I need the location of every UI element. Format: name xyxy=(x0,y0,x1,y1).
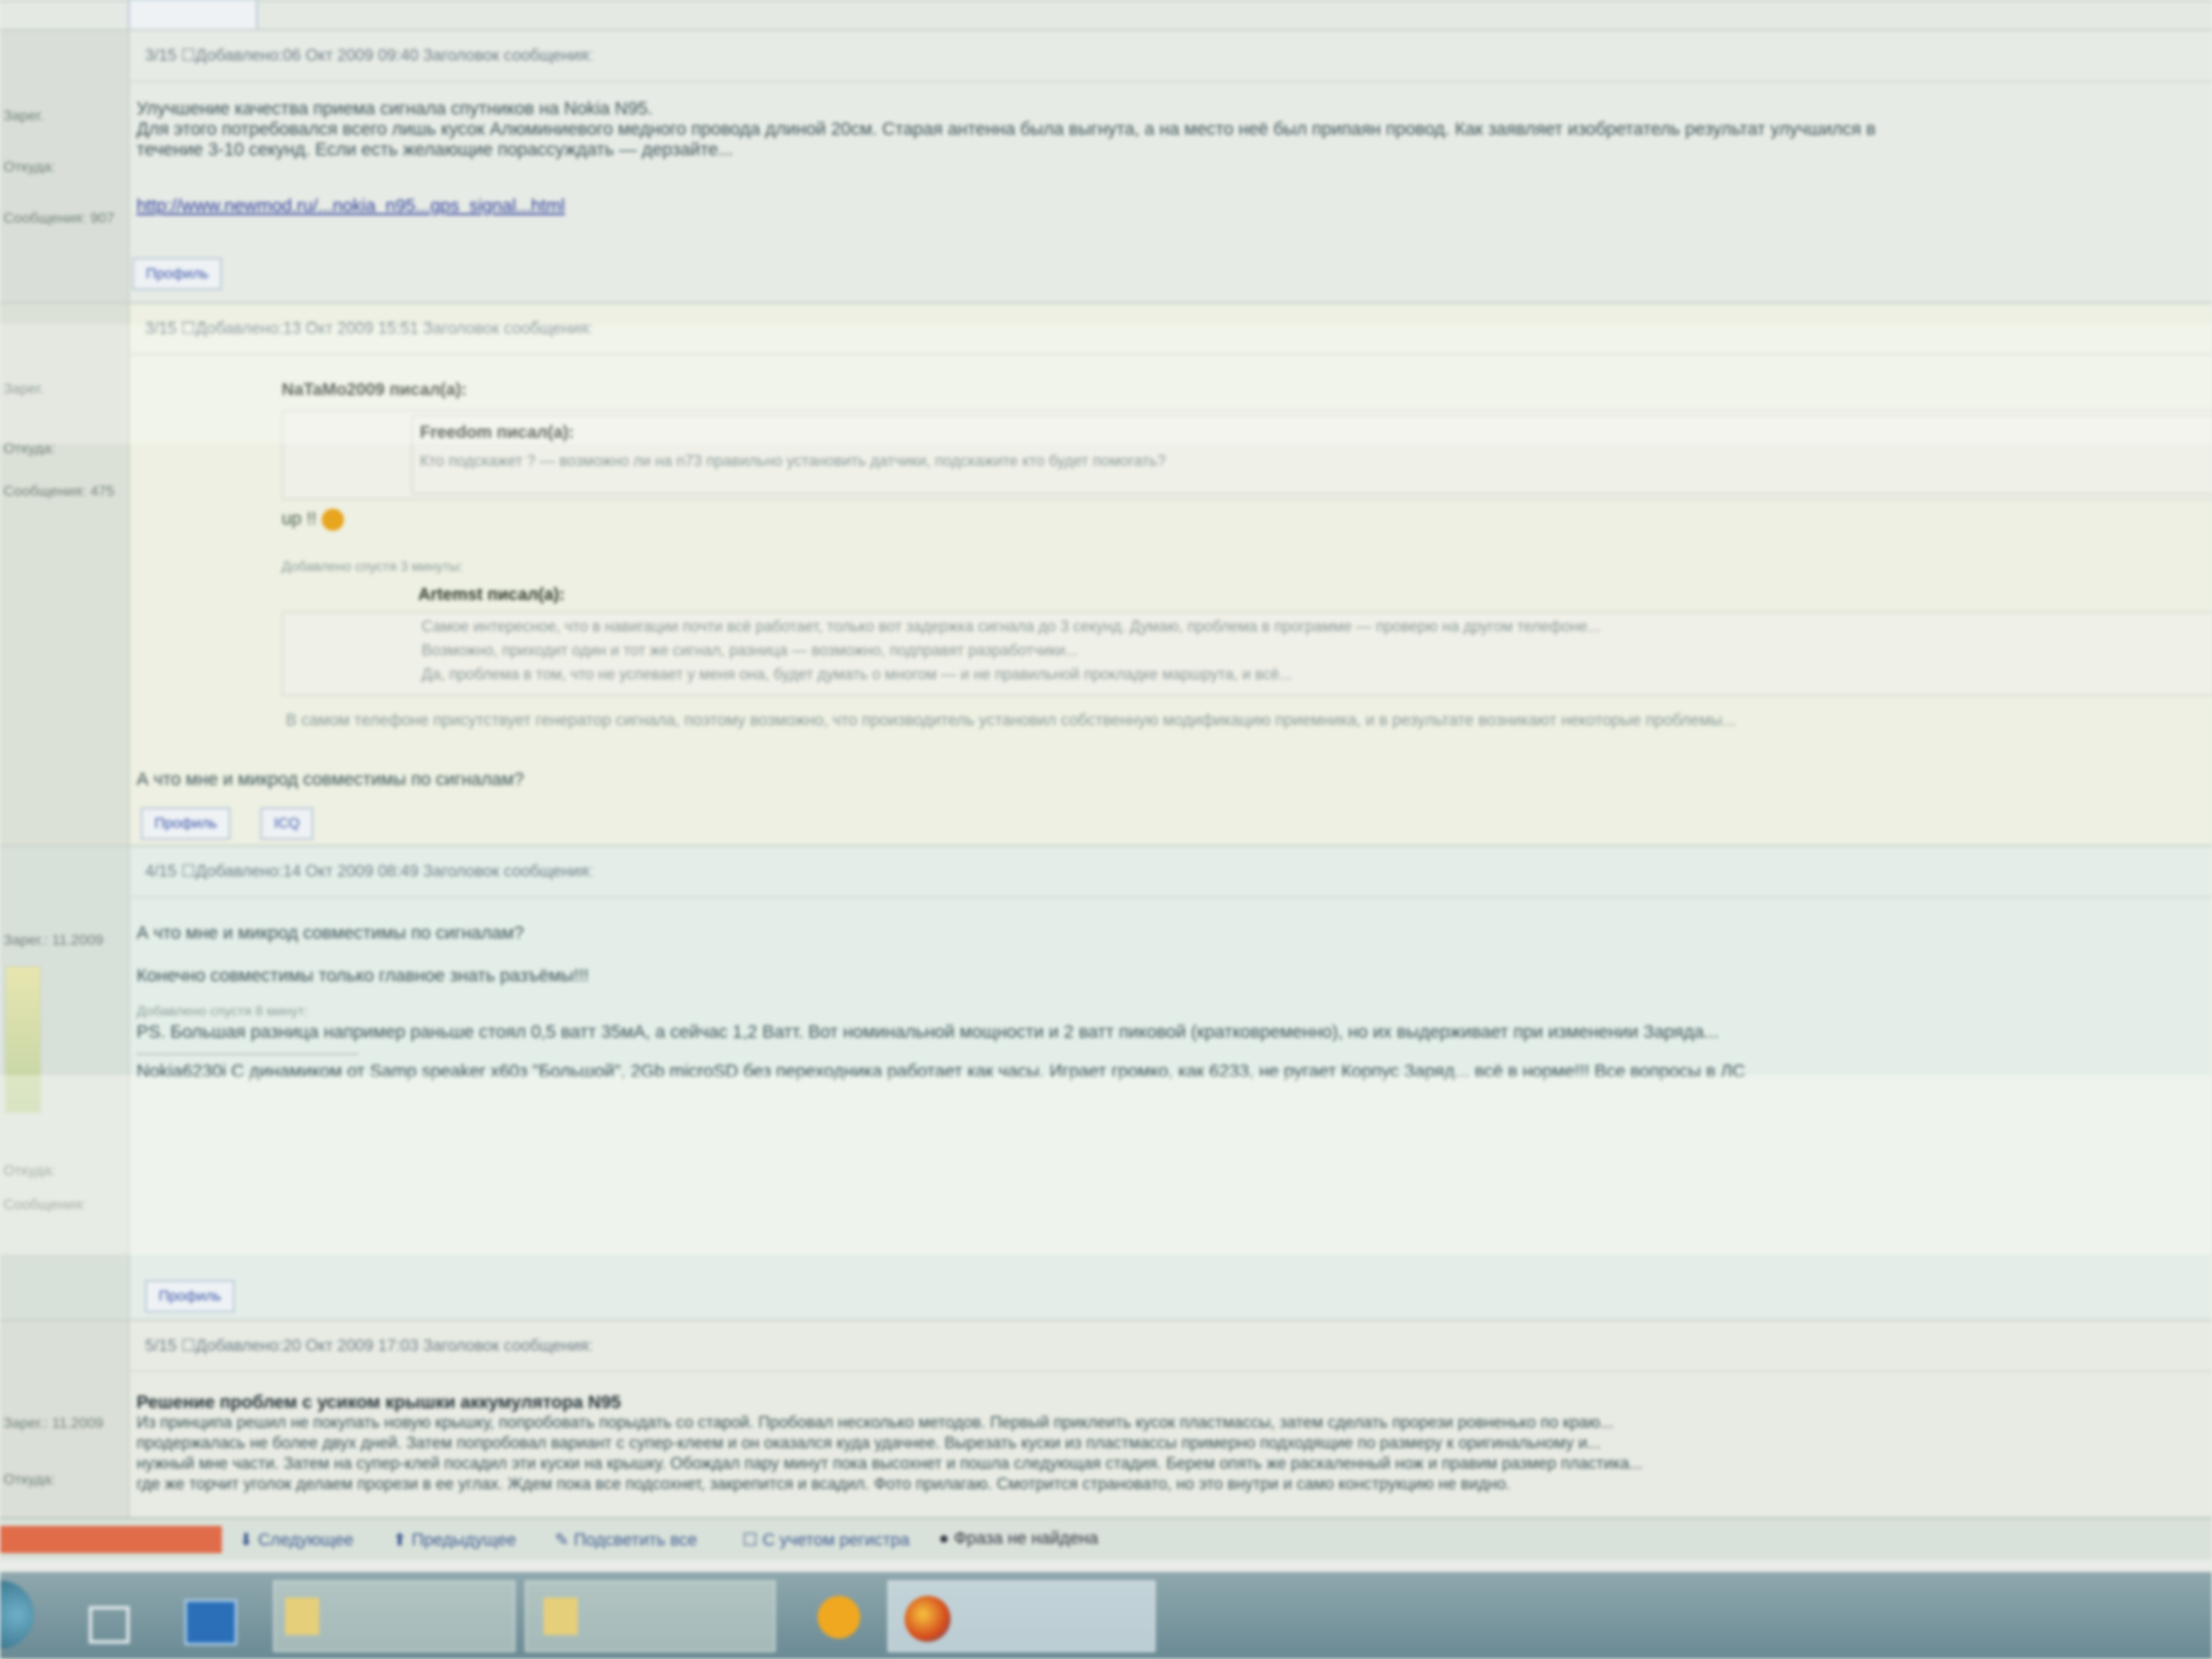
match-case-label: С учетом регистра xyxy=(762,1531,910,1550)
post-line: нужный мне части. Затем на супер-клей по… xyxy=(137,1455,1643,1473)
post-link[interactable]: http://www.newmod.ru/...nokia_n95...gps_… xyxy=(137,196,2212,217)
signature-divider xyxy=(137,1053,358,1055)
author-meta: Сообщения: 907 xyxy=(3,210,115,226)
firefox-task-button[interactable] xyxy=(888,1580,1155,1652)
window-icon xyxy=(89,1606,130,1644)
folder-icon xyxy=(544,1598,578,1635)
match-case-checkbox[interactable]: ☐ С учетом регистра xyxy=(742,1529,910,1551)
forum-post: Зарег.: 11.2009 Откуда: 5/15 ☐Добавлено:… xyxy=(0,1319,2212,1519)
up-text: up !! xyxy=(282,509,317,529)
post-line: В самом телефоне присутствует генератор … xyxy=(286,712,1736,730)
explorer-taskbar-icon[interactable] xyxy=(77,1580,137,1649)
author-meta: Зарег.: 11.2009 xyxy=(3,1415,104,1431)
quote-line: Самое интересное, что в навигации почти … xyxy=(422,618,1601,635)
quote-line: Возможно, приходит один и тот же сигнал,… xyxy=(422,642,1079,659)
post-line: Для этого потребовался всего лишь кусок … xyxy=(137,119,1876,139)
info-icon: ● xyxy=(939,1529,950,1548)
folder-icon xyxy=(285,1598,319,1635)
app-taskbar-icon[interactable] xyxy=(171,1580,247,1649)
media-icon xyxy=(818,1596,860,1639)
blurred-photo-of-screen: Зарег. Откуда: Сообщения: 907 3/15 ☐Доба… xyxy=(0,0,2212,1659)
taskbar xyxy=(0,1572,2212,1659)
author-meta: Откуда: xyxy=(3,1471,55,1487)
profile-button[interactable]: Профиль xyxy=(141,807,231,840)
author-column: Зарег. Откуда: Сообщения: 907 xyxy=(0,31,130,304)
highlight-all-button[interactable]: ✎ Подсветить все xyxy=(555,1529,697,1551)
post-question: А что мне и микрод совместимы по сигнала… xyxy=(137,923,524,943)
post-header: 3/15 ☐Добавлено:06 Окт 2009 09:40 Заголо… xyxy=(128,31,2212,82)
forum-post: Зарег. Откуда: Сообщения: 907 3/15 ☐Доба… xyxy=(0,29,2212,304)
profile-button[interactable]: Профиль xyxy=(132,258,223,290)
added-note: Добавлено спустя 8 минут: xyxy=(137,1004,308,1019)
author-meta: Откуда: xyxy=(3,159,55,175)
post-line: Улучшение качества приема сигнала спутни… xyxy=(137,99,653,119)
find-status-text: Фраза не найдена xyxy=(953,1529,1098,1548)
profile-button[interactable]: Профиль xyxy=(145,1280,236,1313)
quote-block: Самое интересное, что в навигации почти … xyxy=(282,611,2212,696)
folder-task-button[interactable] xyxy=(273,1580,515,1652)
post-ps-line: PS. Большая разница например раньше стоя… xyxy=(137,1022,1720,1042)
post-header-text: 4/15 ☐Добавлено:14 Окт 2009 08:49 Заголо… xyxy=(145,863,593,881)
post-answer: Конечно совместимы только главное знать … xyxy=(137,966,589,986)
icq-button[interactable]: ICQ xyxy=(260,807,314,840)
find-prev-label: Предыдущее xyxy=(411,1531,516,1550)
screen-glare xyxy=(0,324,2212,444)
post-header: 5/15 ☐Добавлено:20 Окт 2009 17:03 Заголо… xyxy=(128,1321,2212,1372)
post-line: течение 3-10 секунд. Если есть желающие … xyxy=(137,140,734,160)
find-next-label: Следующее xyxy=(258,1531,354,1550)
nested-quote-text: Кто подскажет ? — возможно ли на n73 пра… xyxy=(420,452,1166,469)
firefox-icon xyxy=(905,1596,951,1642)
post-title: Решение проблем с усиком крышки аккумуля… xyxy=(137,1393,621,1412)
quote-line: Да, проблема в том, что не успевает у ме… xyxy=(422,666,1293,683)
quote-author: Artemst писал(а): xyxy=(418,585,565,604)
screen-glare xyxy=(0,1075,2212,1254)
post-line: Из принципа решил не покупать новую крыш… xyxy=(137,1414,1614,1432)
find-status: ● Фраза не найдена xyxy=(939,1529,1098,1549)
up-message: up !! xyxy=(282,509,344,531)
author-meta: Зарег. xyxy=(3,108,44,124)
folder-task-button[interactable] xyxy=(525,1580,776,1652)
post-header: 4/15 ☐Добавлено:14 Окт 2009 08:49 Заголо… xyxy=(128,847,2212,898)
start-button[interactable] xyxy=(0,1580,34,1649)
profile-button-top[interactable] xyxy=(128,0,258,31)
author-meta: Зарег.: 11.2009 xyxy=(3,932,104,948)
post-body: А что мне и микрод совместимы по сигнала… xyxy=(137,923,2212,1082)
post-line: продержалась не более двух дней. Затем п… xyxy=(137,1435,1601,1452)
find-next-button[interactable]: ⬇ Следующее xyxy=(239,1529,353,1551)
find-input-not-found[interactable] xyxy=(0,1526,222,1553)
added-note: Добавлено спустя 3 минуты: xyxy=(282,560,463,574)
smiley-icon xyxy=(321,509,344,531)
post-body: Улучшение качества приема сигнала спутни… xyxy=(137,99,2212,217)
media-taskbar-icon[interactable] xyxy=(811,1580,870,1649)
post-line: где же торчит уголок делаем прорези в ее… xyxy=(137,1476,1511,1493)
author-meta: Сообщения: 475 xyxy=(3,483,115,499)
blue-app-icon xyxy=(184,1599,237,1645)
post-question: А что мне и микрод совместимы по сигнала… xyxy=(137,770,524,789)
post-body: Решение проблем с усиком крышки аккумуля… xyxy=(137,1393,2212,1495)
post-header-text: 3/15 ☐Добавлено:06 Окт 2009 09:40 Заголо… xyxy=(145,47,593,65)
find-prev-button[interactable]: ⬆ Предыдущее xyxy=(393,1529,516,1551)
post-header-text: 5/15 ☐Добавлено:20 Окт 2009 17:03 Заголо… xyxy=(145,1337,593,1355)
author-column: Зарег.: 11.2009 Откуда: xyxy=(0,1321,130,1519)
find-bar: ⬇ Следующее ⬆ Предыдущее ✎ Подсветить вс… xyxy=(0,1517,2212,1562)
previous-post-bottom xyxy=(0,0,2212,31)
highlight-all-label: Подсветить все xyxy=(573,1531,697,1550)
